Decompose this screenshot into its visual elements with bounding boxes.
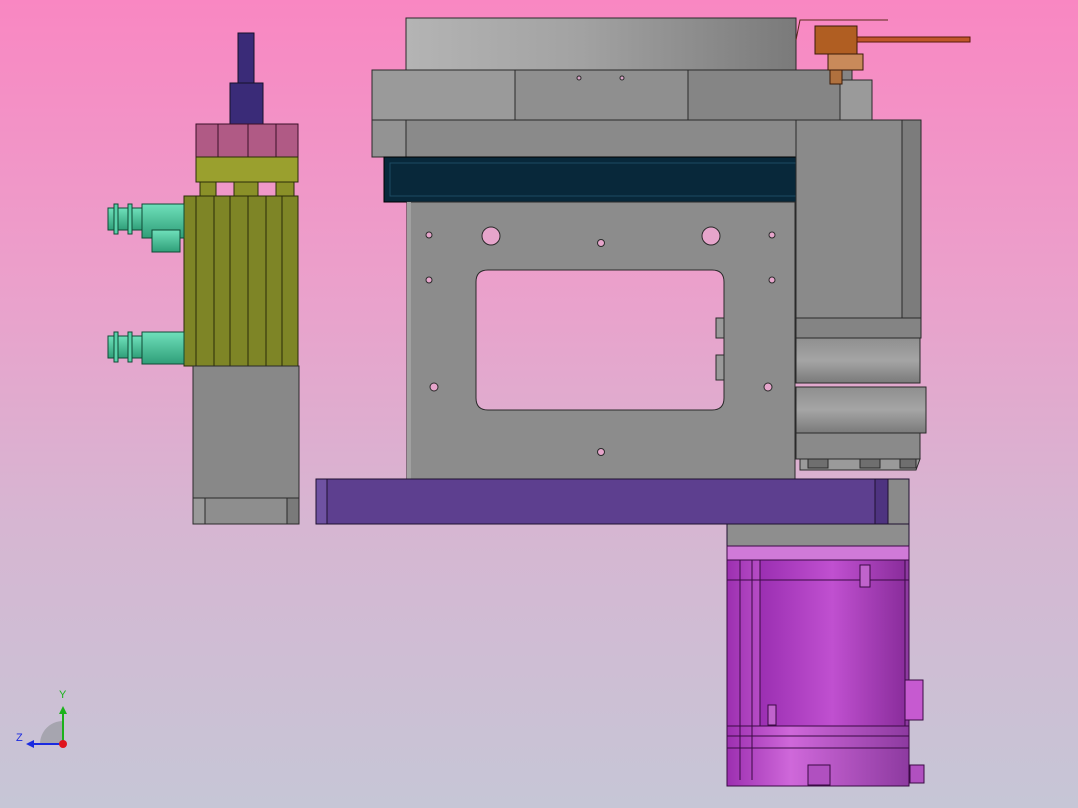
cad-model-view xyxy=(26,17,971,787)
cylinder-rod[interactable] xyxy=(229,32,264,126)
rotary-disc[interactable] xyxy=(405,17,797,71)
coordinate-triad xyxy=(26,706,67,748)
servo-motor[interactable] xyxy=(726,545,925,787)
cylinder-mount[interactable] xyxy=(192,365,300,525)
x-axis-dot xyxy=(59,740,67,748)
triad-z-label: Z xyxy=(16,732,23,744)
air-fitting-upper[interactable] xyxy=(107,203,185,253)
triad-y-label: Y xyxy=(59,689,67,701)
base-bar[interactable] xyxy=(315,478,910,547)
cylinder-body[interactable] xyxy=(183,156,299,367)
main-plate[interactable] xyxy=(406,201,796,480)
dark-plate[interactable] xyxy=(383,156,819,203)
cad-viewport[interactable]: Y Z xyxy=(0,0,1078,808)
air-fitting-lower[interactable] xyxy=(107,331,185,365)
side-housing[interactable] xyxy=(795,119,927,471)
cylinder-cap[interactable] xyxy=(195,123,299,158)
